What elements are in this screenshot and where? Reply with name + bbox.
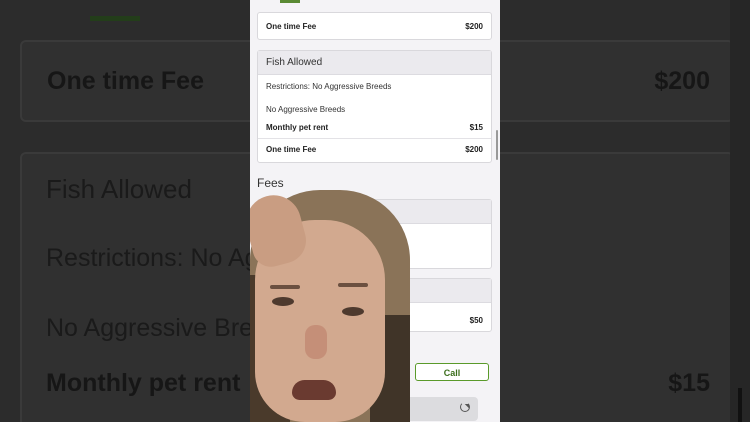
background-scrollbar-track: [730, 0, 750, 422]
background-restrictions: Restrictions: No Ag: [46, 244, 259, 272]
right-eye: [342, 307, 364, 316]
background-fee-value: $200: [654, 67, 710, 95]
left-eyebrow: [270, 285, 300, 289]
mouth: [292, 380, 336, 400]
row-divider: [258, 138, 491, 139]
scroll-indicator[interactable]: [496, 130, 498, 160]
no-aggressive-text: No Aggressive Breeds: [266, 105, 346, 114]
webcam-overlay: [250, 185, 410, 422]
right-eyebrow: [338, 283, 368, 287]
active-tab-indicator: [280, 0, 300, 3]
background-pet-rent-value: $15: [668, 369, 710, 397]
one-time-fee-card: One time Fee $200: [257, 12, 492, 40]
background-fee-label: One time Fee: [47, 67, 204, 95]
fee-value: $200: [465, 22, 483, 31]
pet-rent-value: $15: [469, 123, 483, 132]
nose: [305, 325, 327, 359]
fish-fee-row: One time Fee $200: [266, 145, 483, 154]
fee-label: One time Fee: [266, 22, 317, 31]
background-pet-rent-label: Monthly pet rent: [46, 369, 241, 397]
fee-card-2-value: $50: [469, 316, 483, 325]
refresh-icon[interactable]: [460, 402, 470, 412]
fish-fee-value: $200: [465, 145, 483, 154]
call-button[interactable]: Call: [415, 363, 489, 381]
background-no-aggressive: No Aggressive Bree: [46, 314, 267, 342]
fee-row: One time Fee $200: [266, 22, 483, 31]
fish-allowed-title: Fish Allowed: [258, 51, 491, 75]
restrictions-text: Restrictions: No Aggressive Breeds: [266, 82, 392, 91]
pet-rent-label: Monthly pet rent: [266, 123, 329, 132]
left-eye: [272, 297, 294, 306]
fish-fee-label: One time Fee: [266, 145, 317, 154]
background-scrollbar-thumb: [738, 388, 742, 422]
fish-allowed-card: Fish Allowed Restrictions: No Aggressive…: [257, 50, 492, 163]
pet-rent-row: Monthly pet rent $15: [266, 123, 483, 132]
background-fish-header: Fish Allowed: [46, 174, 192, 204]
